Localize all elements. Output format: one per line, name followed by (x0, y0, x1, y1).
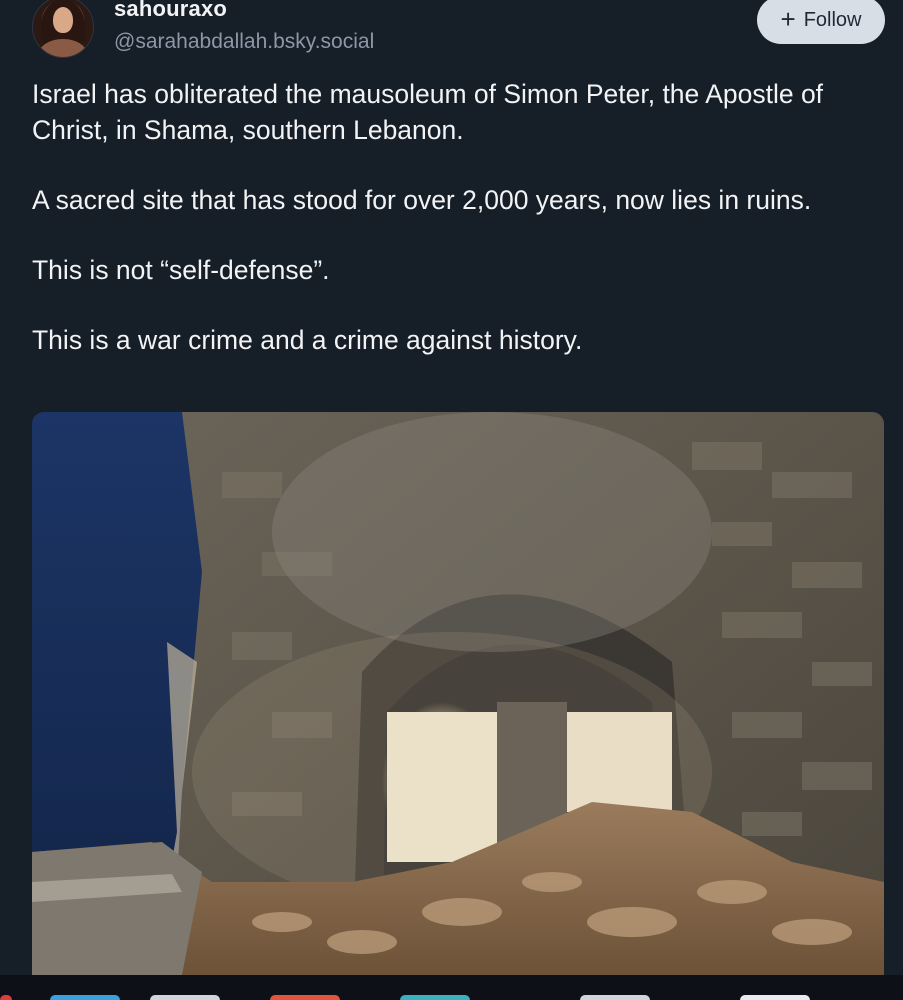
post-image[interactable] (32, 412, 884, 975)
post-paragraph: Israel has obliterated the mausoleum of … (32, 79, 824, 145)
post-text: Israel has obliterated the mausoleum of … (32, 76, 882, 392)
avatar[interactable] (32, 0, 94, 58)
plus-icon: + (780, 4, 796, 34)
author-display-name[interactable]: sahouraxo (114, 0, 227, 22)
app-icon-gray[interactable] (580, 995, 650, 1000)
app-icon-blue[interactable] (50, 995, 120, 1000)
app-icon-orange[interactable] (270, 995, 340, 1000)
avatar-face (53, 7, 73, 33)
app-icon-white[interactable] (740, 995, 810, 1000)
app-icon-red[interactable] (0, 995, 12, 1000)
post-card: sahouraxo @sarahabdallah.bsky.social + F… (0, 0, 903, 975)
post-paragraph: This is a war crime and a crime against … (32, 325, 583, 355)
ruined-mausoleum-photo (32, 412, 884, 975)
follow-button-label: Follow (803, 8, 862, 31)
app-icon-teal[interactable] (400, 995, 470, 1000)
app-icon-light[interactable] (150, 995, 220, 1000)
post-paragraph: A sacred site that has stood for over 2,… (32, 185, 812, 215)
post-paragraph: This is not “self-defense”. (32, 255, 330, 285)
follow-button[interactable]: + Follow (757, 0, 885, 44)
author-handle[interactable]: @sarahabdallah.bsky.social (114, 30, 374, 54)
